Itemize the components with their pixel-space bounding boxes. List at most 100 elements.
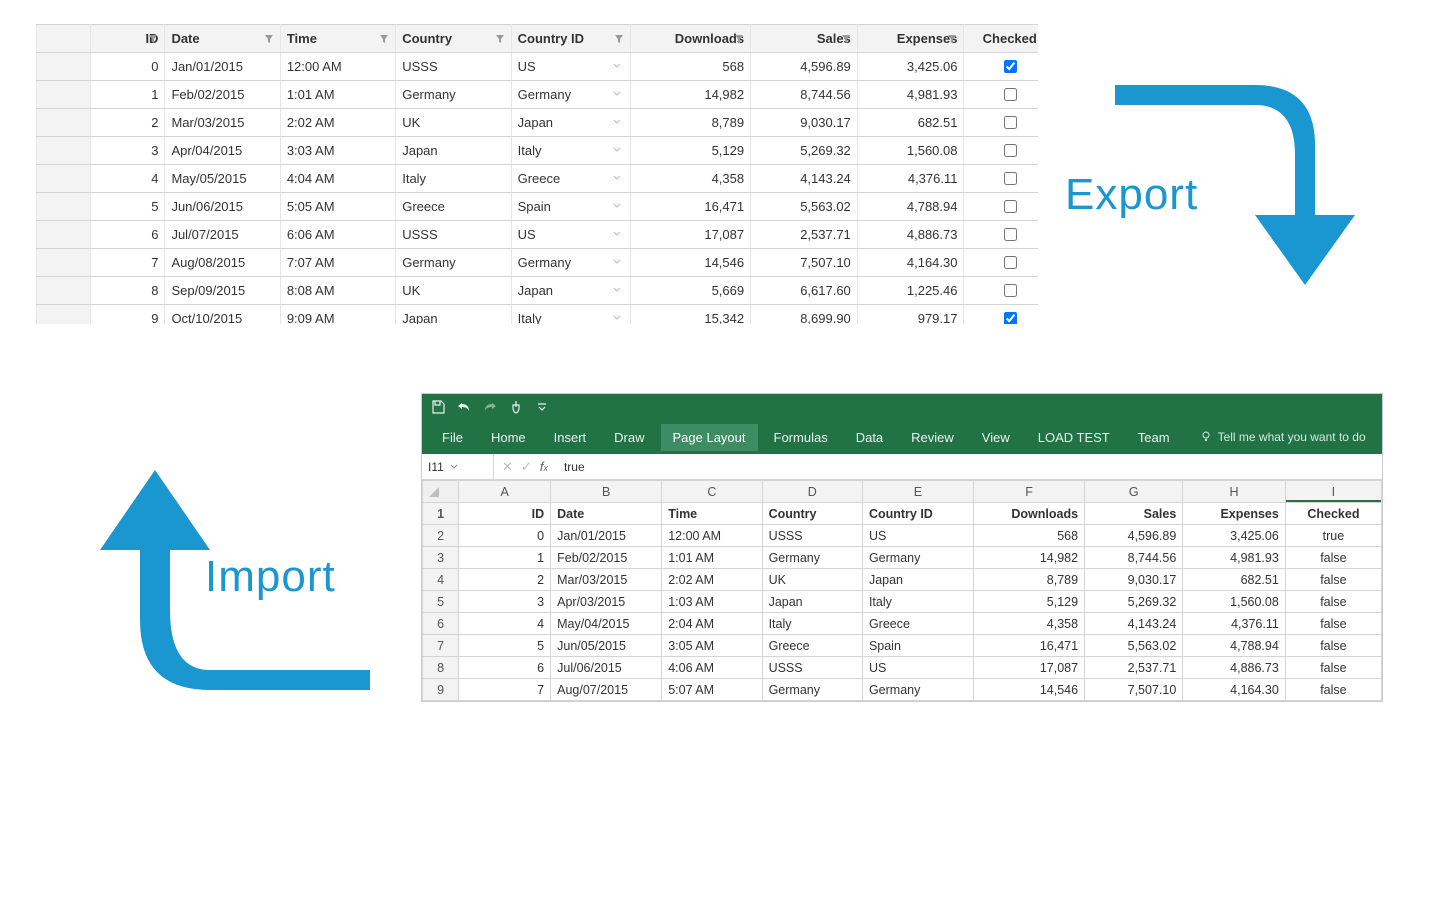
formula-input[interactable]: true: [556, 460, 1382, 474]
cell[interactable]: UK: [762, 569, 862, 591]
ribbon-tab-team[interactable]: Team: [1126, 424, 1182, 451]
row-number[interactable]: 4: [423, 569, 459, 591]
cell-date[interactable]: Mar/03/2015: [165, 109, 280, 137]
cell[interactable]: Apr/03/2015: [551, 591, 662, 613]
cell-sales[interactable]: 4,143.24: [751, 165, 858, 193]
cell[interactable]: 4,596.89: [1085, 525, 1183, 547]
ribbon-tab-view[interactable]: View: [970, 424, 1022, 451]
cell-expenses[interactable]: 4,376.11: [857, 165, 964, 193]
row-header[interactable]: [37, 193, 91, 221]
cell-country[interactable]: Germany: [396, 249, 511, 277]
row-header[interactable]: [37, 109, 91, 137]
column-header-A[interactable]: A: [459, 481, 551, 503]
cell-country[interactable]: USSS: [396, 221, 511, 249]
cell-downloads[interactable]: 14,982: [631, 81, 751, 109]
cell-downloads[interactable]: 568: [631, 53, 751, 81]
ribbon-tab-load-test[interactable]: LOAD TEST: [1026, 424, 1122, 451]
cell-id[interactable]: 5: [91, 193, 165, 221]
cell-country-id[interactable]: Greece: [511, 165, 631, 193]
cell[interactable]: 7: [459, 679, 551, 701]
column-header-I[interactable]: I: [1285, 481, 1381, 503]
cell[interactable]: 2,537.71: [1085, 657, 1183, 679]
column-header-H[interactable]: H: [1183, 481, 1286, 503]
touch-mode-icon[interactable]: [508, 399, 524, 415]
cell-date[interactable]: Apr/04/2015: [165, 137, 280, 165]
cell[interactable]: 7,507.10: [1085, 679, 1183, 701]
col-header-country-id[interactable]: Country ID: [511, 25, 631, 53]
cell-date[interactable]: Jan/01/2015: [165, 53, 280, 81]
cell[interactable]: Aug/07/2015: [551, 679, 662, 701]
cell[interactable]: false: [1285, 679, 1381, 701]
qat-more-icon[interactable]: [534, 399, 550, 415]
col-header-checked[interactable]: Checked: [964, 25, 1038, 53]
cell[interactable]: 4,376.11: [1183, 613, 1286, 635]
cell-downloads[interactable]: 17,087: [631, 221, 751, 249]
cell-time[interactable]: 12:00 AM: [280, 53, 395, 81]
cell[interactable]: 2: [459, 569, 551, 591]
chevron-down-icon[interactable]: [450, 463, 458, 471]
cell-time[interactable]: 9:09 AM: [280, 305, 395, 325]
cell-country-id[interactable]: Spain: [511, 193, 631, 221]
cell[interactable]: 4,358: [974, 613, 1085, 635]
cell[interactable]: 5,269.32: [1085, 591, 1183, 613]
cell[interactable]: Checked: [1285, 503, 1381, 525]
filter-icon[interactable]: [262, 32, 276, 46]
cell-expenses[interactable]: 682.51: [857, 109, 964, 137]
cell[interactable]: 3,425.06: [1183, 525, 1286, 547]
checked-checkbox[interactable]: [1004, 312, 1017, 324]
chevron-down-icon[interactable]: [610, 171, 624, 185]
cell-country-id[interactable]: Italy: [511, 305, 631, 325]
filter-icon[interactable]: [945, 32, 959, 46]
cell-id[interactable]: 7: [91, 249, 165, 277]
cell[interactable]: USSS: [762, 657, 862, 679]
cell-time[interactable]: 8:08 AM: [280, 277, 395, 305]
cell-id[interactable]: 2: [91, 109, 165, 137]
cell[interactable]: Germany: [762, 547, 862, 569]
col-header-expenses[interactable]: Expenses: [857, 25, 964, 53]
cell[interactable]: true: [1285, 525, 1381, 547]
table-row[interactable]: 7Aug/08/20157:07 AMGermanyGermany14,5467…: [37, 249, 1039, 277]
cell-sales[interactable]: 6,617.60: [751, 277, 858, 305]
column-header-F[interactable]: F: [974, 481, 1085, 503]
cancel-icon[interactable]: ✕: [502, 459, 513, 475]
cell[interactable]: Time: [662, 503, 762, 525]
col-header-time[interactable]: Time: [280, 25, 395, 53]
col-header-sales[interactable]: Sales: [751, 25, 858, 53]
cell[interactable]: Expenses: [1183, 503, 1286, 525]
cell[interactable]: Germany: [762, 679, 862, 701]
cell-id[interactable]: 3: [91, 137, 165, 165]
cell-date[interactable]: Oct/10/2015: [165, 305, 280, 325]
cell[interactable]: 1:01 AM: [662, 547, 762, 569]
cell-checked[interactable]: [964, 277, 1038, 305]
column-header-B[interactable]: B: [551, 481, 662, 503]
worksheet[interactable]: ABCDEFGHI 1IDDateTimeCountryCountry IDDo…: [422, 480, 1382, 701]
cell-time[interactable]: 7:07 AM: [280, 249, 395, 277]
redo-icon[interactable]: [482, 399, 498, 415]
cell[interactable]: 6: [459, 657, 551, 679]
cell-expenses[interactable]: 1,560.08: [857, 137, 964, 165]
cell-sales[interactable]: 5,563.02: [751, 193, 858, 221]
cell-checked[interactable]: [964, 221, 1038, 249]
row-number[interactable]: 5: [423, 591, 459, 613]
cell-sales[interactable]: 8,744.56: [751, 81, 858, 109]
cell[interactable]: Greece: [762, 635, 862, 657]
cell-checked[interactable]: [964, 81, 1038, 109]
column-header-D[interactable]: D: [762, 481, 862, 503]
table-row[interactable]: 5Jun/06/20155:05 AMGreeceSpain16,4715,56…: [37, 193, 1039, 221]
cell[interactable]: 568: [974, 525, 1085, 547]
cell[interactable]: 16,471: [974, 635, 1085, 657]
cell-sales[interactable]: 8,699.90: [751, 305, 858, 325]
cell-expenses[interactable]: 4,886.73: [857, 221, 964, 249]
cell-id[interactable]: 4: [91, 165, 165, 193]
cell[interactable]: 5: [459, 635, 551, 657]
table-row[interactable]: 3Apr/04/20153:03 AMJapanItaly5,1295,269.…: [37, 137, 1039, 165]
cell[interactable]: 5,129: [974, 591, 1085, 613]
row-header[interactable]: [37, 137, 91, 165]
cell[interactable]: false: [1285, 635, 1381, 657]
tell-me-search[interactable]: Tell me what you want to do: [1200, 430, 1366, 444]
cell-sales[interactable]: 4,596.89: [751, 53, 858, 81]
filter-icon[interactable]: [732, 32, 746, 46]
cell-country-id[interactable]: US: [511, 53, 631, 81]
cell[interactable]: 1: [459, 547, 551, 569]
cell[interactable]: Italy: [762, 613, 862, 635]
